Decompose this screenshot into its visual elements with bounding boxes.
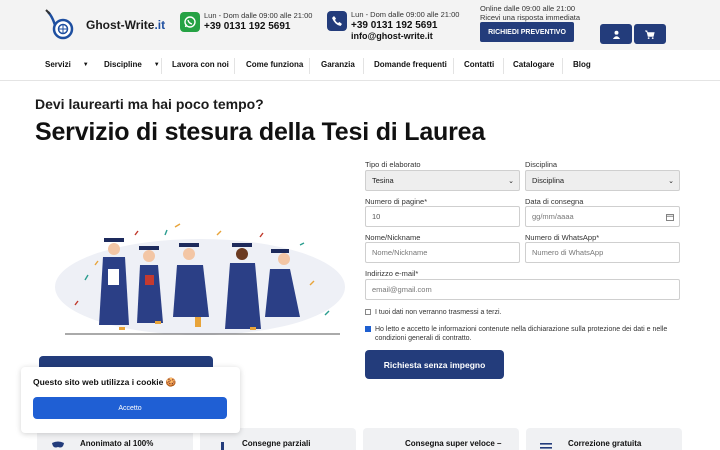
terms-text: Ho letto e accetto le informazioni conte… <box>375 326 668 343</box>
logo-icon <box>42 8 78 42</box>
nav-divider <box>363 58 364 74</box>
privacy-checkbox-row[interactable]: I tuoi dati non verranno trasmessi a ter… <box>365 308 675 317</box>
feature-card: Correzione gratuita <box>526 428 682 450</box>
parts-icon <box>221 442 224 450</box>
chevron-down-icon: ▼ <box>153 61 160 68</box>
cart-button[interactable] <box>634 24 666 44</box>
list-icon <box>540 443 552 449</box>
phone-hours: Lun - Dom dalle 09:00 alle 21:00 <box>351 10 460 19</box>
submit-request-button[interactable]: Richiesta senza impegno <box>365 350 504 379</box>
request-quote-button[interactable]: RICHIEDI PREVENTIVO <box>480 22 574 42</box>
data-placeholder: gg/mm/aaaa <box>532 212 574 221</box>
account-button[interactable] <box>600 24 632 44</box>
nome-input[interactable]: Nome/Nickname <box>365 242 520 263</box>
email-placeholder: email@gmail.com <box>372 285 432 294</box>
disciplina-select[interactable]: Disciplina ⌄ <box>525 170 680 191</box>
top-bar: Ghost-Write.it Lun - Dom dalle 09:00 all… <box>0 0 720 50</box>
online-hours: Online dalle 09:00 alle 21:00 Ricevi una… <box>480 4 580 23</box>
nav-catalogare[interactable]: Catalogare <box>513 60 554 69</box>
calendar-icon[interactable] <box>666 213 674 221</box>
feature-label: Consegna super veloce – <box>405 439 502 448</box>
cart-icon <box>645 29 655 39</box>
feature-label: Correzione gratuita <box>568 439 642 448</box>
accept-cookies-button[interactable]: Accetto <box>33 397 227 419</box>
phone-icon <box>327 11 347 31</box>
contact-email[interactable]: info@ghost-write.it <box>351 31 459 41</box>
phone-number[interactable]: +39 0131 192 5691 <box>351 20 459 32</box>
nav-servizi[interactable]: Servizi ▼ <box>45 60 89 69</box>
nav-garanzia[interactable]: Garanzia <box>321 60 355 69</box>
chevron-down-icon: ▼ <box>82 61 89 68</box>
nav-divider <box>562 58 563 74</box>
data-label: Data di consegna <box>525 197 584 206</box>
tipo-value: Tesina <box>372 176 394 185</box>
nome-placeholder: Nome/Nickname <box>372 248 428 257</box>
cookie-title: Questo sito web utilizza i cookie 🍪 <box>33 377 177 387</box>
disciplina-value: Disciplina <box>532 176 565 185</box>
tipo-select[interactable]: Tesina ⌄ <box>365 170 520 191</box>
nav-faq[interactable]: Domande frequenti <box>374 60 447 69</box>
whatsapp-label: Numero di WhatsApp* <box>525 233 600 242</box>
page-title: Servizio di stesura della Tesi di Laurea <box>35 118 486 146</box>
graduates-illustration <box>55 223 345 335</box>
tipo-label: Tipo di elaborato <box>365 160 421 169</box>
brand-name: Ghost-Write <box>86 18 155 32</box>
nav-servizi-label: Servizi <box>45 60 71 69</box>
feature-card: Consegna super veloce – <box>363 428 519 450</box>
disciplina-label: Disciplina <box>525 160 558 169</box>
chevron-down-icon: ⌄ <box>668 177 674 185</box>
feature-label: Consegne parziali <box>242 439 311 448</box>
pagine-input[interactable]: 10 <box>365 206 520 227</box>
nav-blog[interactable]: Blog <box>573 60 591 69</box>
whatsapp-contact[interactable]: Lun - Dom dalle 09:00 alle 21:00 +39 013… <box>180 11 313 33</box>
nav-discipline[interactable]: Discipline ▼ <box>104 60 160 69</box>
nav-divider <box>503 58 504 74</box>
brand-tld: .it <box>154 18 166 32</box>
whatsapp-phone[interactable]: +39 0131 192 5691 <box>204 21 312 33</box>
pagine-value: 10 <box>372 212 381 221</box>
pagine-label: Numero di pagine* <box>365 197 428 206</box>
nome-label: Nome/Nickname <box>365 233 421 242</box>
nav-divider <box>161 58 162 74</box>
email-input[interactable]: email@gmail.com <box>365 279 680 300</box>
terms-checkbox[interactable] <box>365 326 371 332</box>
whatsapp-placeholder: Numero di WhatsApp <box>532 248 604 257</box>
nav-lavora[interactable]: Lavora con noi <box>172 60 229 69</box>
cookie-banner: Questo sito web utilizza i cookie 🍪 Acce… <box>21 367 240 433</box>
nav-come-funziona[interactable]: Come funziona <box>246 60 303 69</box>
logo[interactable]: Ghost-Write.it <box>42 8 165 42</box>
mask-icon <box>52 441 64 448</box>
chevron-down-icon: ⌄ <box>508 177 514 185</box>
terms-checkbox-row[interactable]: Ho letto e accetto le informazioni conte… <box>365 325 683 343</box>
nav-discipline-label: Discipline <box>104 60 142 69</box>
data-input[interactable]: gg/mm/aaaa <box>525 206 680 227</box>
online-line1: Online dalle 09:00 alle 21:00 <box>480 4 576 13</box>
whatsapp-icon <box>180 12 200 32</box>
nav-divider <box>453 58 454 74</box>
nav-divider <box>309 58 310 74</box>
whatsapp-input[interactable]: Numero di WhatsApp <box>525 242 680 263</box>
feature-label: Anonimato al 100% <box>80 439 154 448</box>
phone-contact[interactable]: Lun - Dom dalle 09:00 alle 21:00 +39 013… <box>327 10 460 41</box>
user-icon <box>612 30 620 39</box>
hero-subtitle: Devi laurearti ma hai poco tempo? <box>35 96 264 112</box>
whatsapp-hours: Lun - Dom dalle 09:00 alle 21:00 <box>204 11 313 20</box>
nav-contatti[interactable]: Contatti <box>464 60 494 69</box>
privacy-text: I tuoi dati non verranno trasmessi a ter… <box>375 309 502 316</box>
nav-divider <box>234 58 235 74</box>
email-label: Indirizzo e-mail* <box>365 269 419 278</box>
privacy-checkbox[interactable] <box>365 309 371 315</box>
main-nav: Servizi ▼ Discipline ▼ Lavora con noi Come… <box>0 50 720 81</box>
